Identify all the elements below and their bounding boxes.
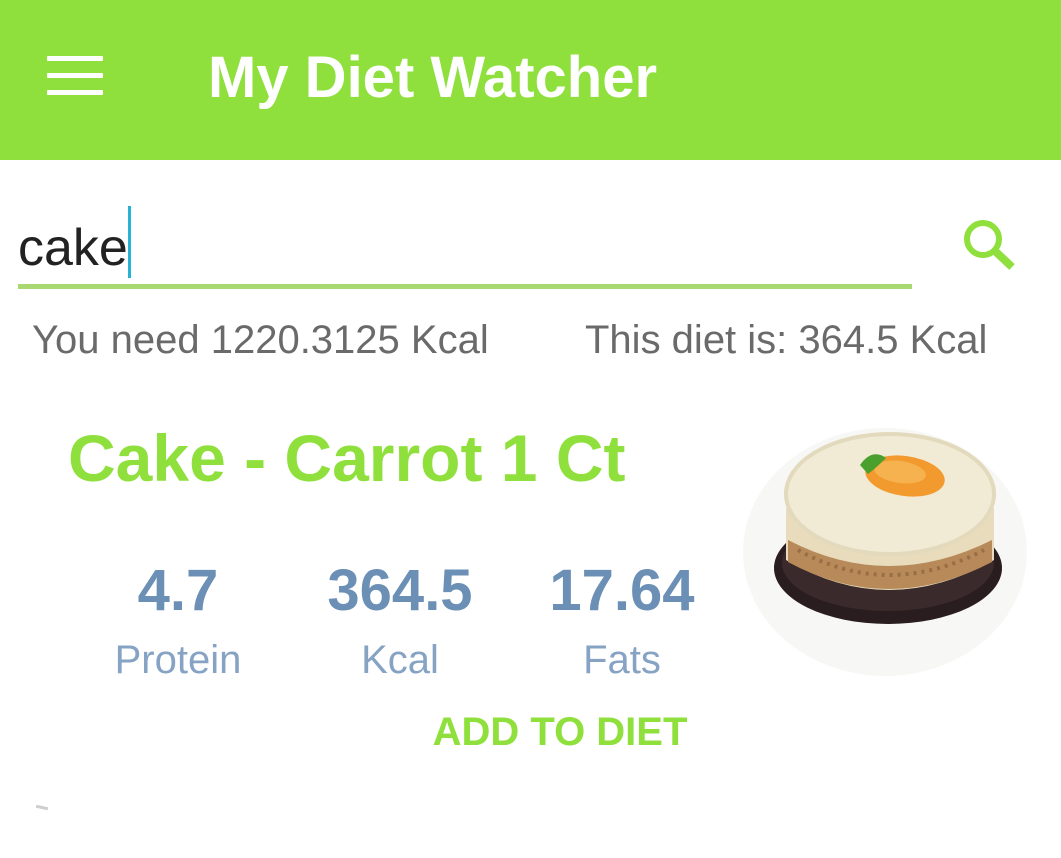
scroll-hint — [35, 804, 49, 811]
fats-label: Fats — [583, 638, 661, 682]
app-bar: My Diet Watcher — [0, 0, 1061, 160]
protein-value: 4.7 — [137, 558, 219, 623]
hamburger-menu-icon[interactable] — [40, 50, 110, 102]
fats-stat: 17.64 Fats — [512, 556, 732, 684]
menu-line — [47, 90, 103, 95]
search-icon — [964, 220, 1015, 270]
menu-line — [47, 56, 103, 61]
protein-label: Protein — [114, 638, 242, 682]
menu-line — [47, 73, 103, 78]
search-underline — [18, 284, 912, 289]
fats-value: 17.64 — [549, 558, 695, 623]
search-input[interactable] — [18, 218, 898, 278]
kcal-stat: 364.5 Kcal — [290, 556, 510, 684]
calories-needed-text: You need 1220.3125 Kcal — [32, 318, 489, 362]
kcal-value: 364.5 — [327, 558, 473, 623]
carrot-cake-image — [740, 410, 1030, 680]
search-button[interactable] — [950, 208, 1030, 280]
add-to-diet-button[interactable]: ADD TO DIET — [420, 704, 700, 760]
text-cursor — [128, 206, 131, 278]
app-title: My Diet Watcher — [208, 45, 658, 110]
protein-stat: 4.7 Protein — [68, 556, 288, 684]
kcal-label: Kcal — [361, 638, 439, 682]
search-field[interactable] — [18, 200, 912, 290]
food-name: Cake - Carrot 1 Ct — [68, 421, 626, 495]
diet-calories-text: This diet is: 364.5 Kcal — [585, 318, 988, 362]
